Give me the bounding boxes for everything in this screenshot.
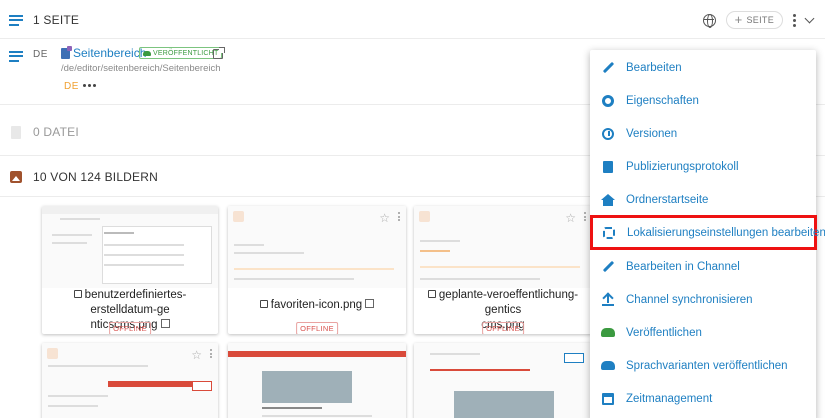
image-card[interactable]: ☆ bbox=[42, 343, 218, 418]
external-link-icon[interactable] bbox=[365, 299, 375, 308]
list-icon bbox=[8, 48, 24, 64]
star-icon[interactable]: ☆ bbox=[379, 211, 390, 225]
chevron-down-icon[interactable] bbox=[804, 13, 815, 23]
file-icon bbox=[8, 124, 24, 140]
menu-item-folder-start-page[interactable]: Ordnerstartseite bbox=[590, 183, 816, 216]
divider bbox=[0, 38, 825, 39]
image-icon bbox=[8, 169, 24, 185]
page-path: /de/editor/seitenbereich/Seitenbereich bbox=[61, 63, 221, 74]
calendar-icon bbox=[601, 392, 615, 406]
image-icon bbox=[427, 290, 436, 298]
logo-icon bbox=[419, 211, 430, 222]
logo-icon bbox=[47, 348, 58, 359]
image-card[interactable]: benutzerdefiniertes-erstelldatum-ge ntic… bbox=[42, 206, 218, 334]
plus-icon: + bbox=[734, 12, 743, 27]
cloud-upload-icon bbox=[601, 359, 615, 373]
menu-item-publish[interactable]: Veröffentlichen bbox=[590, 316, 816, 349]
offline-badge: OFFLINE bbox=[296, 322, 338, 334]
context-menu: Bearbeiten Eigenschaften Versionen Publi… bbox=[590, 50, 825, 418]
more-options-icon[interactable] bbox=[210, 349, 212, 358]
localization-icon bbox=[602, 226, 616, 240]
document-icon bbox=[601, 160, 615, 174]
image-card-name[interactable]: favoriten-icon.png bbox=[228, 298, 406, 313]
external-link-icon[interactable] bbox=[160, 319, 170, 328]
image-thumbnail bbox=[228, 343, 406, 418]
menu-item-publish-languages[interactable]: Sprachvarianten veröffentlichen bbox=[590, 349, 816, 382]
upload-icon bbox=[601, 293, 615, 307]
images-section-title: 10 VON 124 BILDERN bbox=[33, 170, 158, 184]
cloud-upload-icon bbox=[601, 326, 615, 340]
menu-item-localization-settings[interactable]: Lokalisierungseinstellungen bearbeiten bbox=[590, 215, 825, 250]
menu-item-time-management[interactable]: Zeitmanagement bbox=[590, 382, 816, 415]
cloud-icon bbox=[143, 50, 151, 56]
add-page-label: SEITE bbox=[746, 15, 774, 25]
image-icon bbox=[73, 290, 82, 298]
more-options-icon[interactable] bbox=[584, 212, 586, 221]
external-link-icon[interactable] bbox=[213, 47, 225, 59]
logo-icon bbox=[233, 211, 244, 222]
image-card[interactable] bbox=[228, 343, 406, 418]
list-icon bbox=[8, 12, 24, 28]
image-thumbnail bbox=[42, 206, 218, 288]
image-thumbnail bbox=[414, 343, 592, 418]
status-badge-label: VERÖFFENTLICHT bbox=[153, 49, 219, 57]
pages-section-header: 1 SEITE + SEITE bbox=[0, 0, 825, 38]
more-options-icon[interactable] bbox=[793, 13, 796, 27]
language-variant-chip[interactable]: DE bbox=[64, 81, 79, 92]
home-icon bbox=[601, 193, 615, 207]
pencil-icon bbox=[601, 260, 615, 274]
page-language: DE bbox=[33, 49, 48, 60]
more-languages-icon[interactable] bbox=[83, 84, 96, 87]
menu-item-properties[interactable]: Eigenschaften bbox=[590, 84, 816, 117]
menu-item-sync-channel[interactable]: Channel synchronisieren bbox=[590, 283, 816, 316]
menu-item-edit-in-channel[interactable]: Bearbeiten in Channel bbox=[590, 250, 816, 283]
more-options-icon[interactable] bbox=[398, 212, 400, 221]
image-card[interactable]: ☆ geplante-veroeffentlichung-gentics cms… bbox=[414, 206, 592, 334]
offline-badge: OFFLINE bbox=[482, 322, 524, 334]
add-page-button[interactable]: + SEITE bbox=[725, 11, 783, 29]
page-name-link[interactable]: Seitenbereich bbox=[73, 46, 146, 60]
star-icon[interactable]: ☆ bbox=[191, 348, 202, 362]
globe-icon[interactable] bbox=[702, 13, 716, 28]
image-icon bbox=[259, 300, 268, 308]
status-badge: VERÖFFENTLICHT bbox=[139, 47, 223, 59]
pages-section-title: 1 SEITE bbox=[33, 13, 80, 27]
offline-badge: OFFLINE bbox=[109, 322, 151, 334]
gear-icon bbox=[601, 94, 615, 108]
image-card[interactable]: ☆ favoriten-icon.png OFFLINE bbox=[228, 206, 406, 334]
menu-item-publish-log[interactable]: Publizierungsprotokoll bbox=[590, 150, 816, 183]
image-card[interactable] bbox=[414, 343, 592, 418]
files-section-title: 0 DATEI bbox=[33, 125, 79, 139]
star-icon[interactable]: ☆ bbox=[565, 211, 576, 225]
page-icon bbox=[61, 46, 72, 59]
history-icon bbox=[601, 127, 615, 141]
menu-item-versions[interactable]: Versionen bbox=[590, 117, 816, 150]
pencil-icon bbox=[601, 61, 615, 75]
pages-section-actions: + SEITE bbox=[702, 11, 815, 29]
menu-item-edit[interactable]: Bearbeiten bbox=[590, 51, 816, 84]
